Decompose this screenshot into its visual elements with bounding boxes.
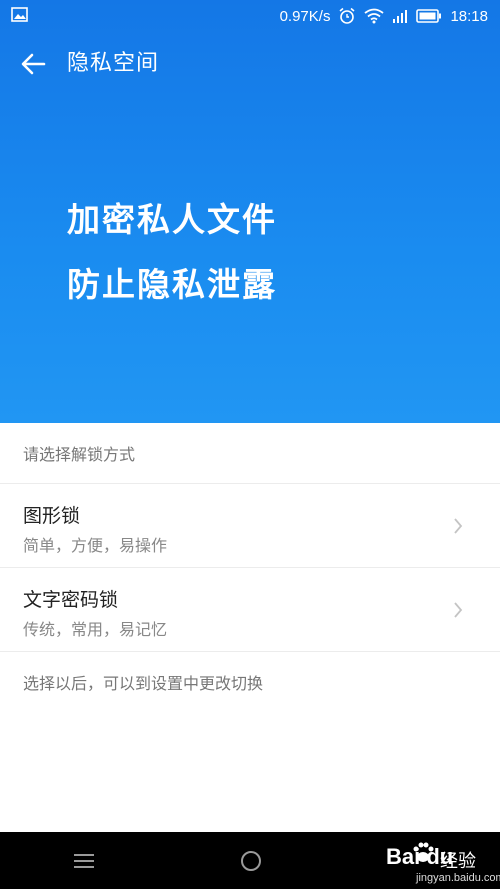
option-title: 图形锁 — [23, 505, 81, 527]
footnote: 选择以后，可以到设置中更改切换 — [23, 674, 264, 693]
menu-icon[interactable] — [72, 852, 96, 870]
unlock-method-list: 请选择解锁方式 图形锁 简单，方便，易操作 文字密码锁 传统，常用，易记忆 选择… — [0, 423, 500, 694]
network-speed: 0.97K/s — [279, 7, 331, 25]
back-button[interactable] — [18, 50, 48, 78]
chevron-right-icon — [454, 518, 463, 534]
option-subtitle: 简单，方便，易操作 — [23, 536, 168, 555]
home-icon[interactable] — [240, 850, 262, 872]
option-title: 文字密码锁 — [23, 589, 119, 611]
page-title: 隐私空间 — [67, 51, 160, 76]
watermark-url: jingyan.baidu.com — [416, 872, 500, 884]
battery-icon — [416, 9, 442, 23]
clock: 18:18 — [450, 7, 488, 25]
signal-icon — [392, 8, 408, 24]
section-header: 请选择解锁方式 — [0, 423, 500, 484]
app-bar: 隐私空间 — [0, 38, 500, 90]
chevron-right-icon — [454, 602, 463, 618]
option-subtitle: 传统，常用，易记忆 — [23, 620, 168, 639]
status-bar: 0.97K/s 18:18 — [0, 0, 500, 32]
option-pattern-lock[interactable]: 图形锁 简单，方便，易操作 — [0, 484, 500, 568]
watermark-text: 经验 — [440, 851, 476, 872]
hero-banner: 0.97K/s 18:18 隐私空间 加密私人文件 防止隐私泄露 — [0, 0, 500, 423]
hero-headline-1: 加密私人文件 — [67, 200, 277, 239]
hero-headline-2: 防止隐私泄露 — [67, 265, 277, 304]
option-password-lock[interactable]: 文字密码锁 传统，常用，易记忆 — [0, 568, 500, 652]
arrow-left-icon — [21, 53, 46, 75]
wifi-icon — [364, 8, 385, 24]
watermark: Bai du 经验 jingyan.baidu.com — [360, 834, 500, 889]
alarm-icon — [338, 7, 356, 25]
image-icon — [11, 7, 28, 22]
